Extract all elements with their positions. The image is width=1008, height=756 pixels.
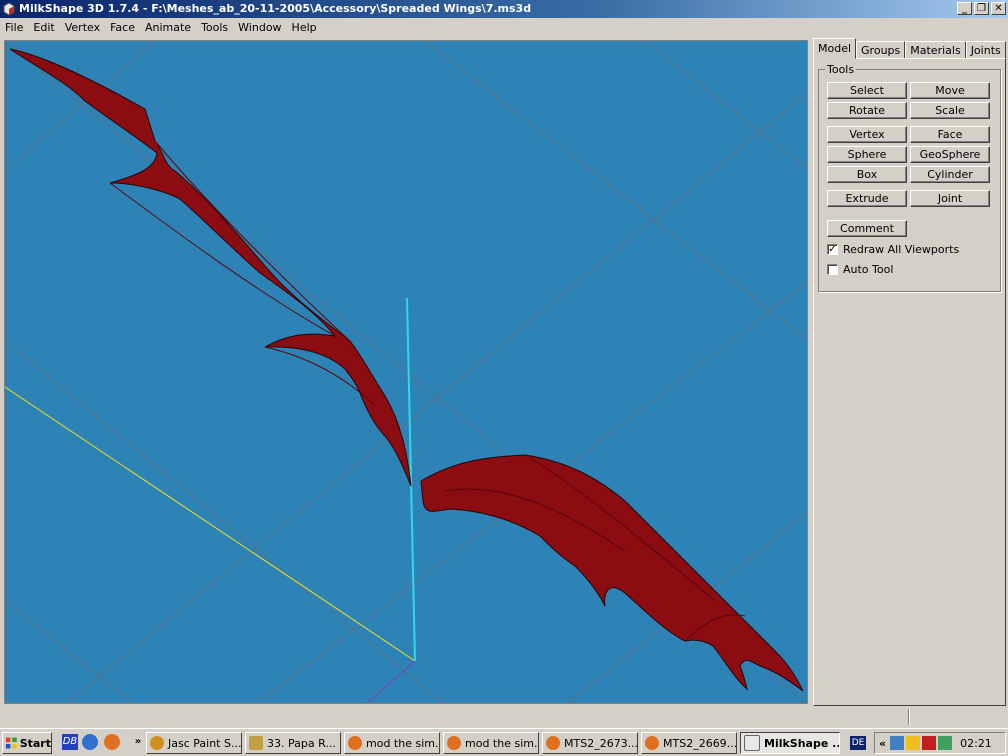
box-tool-button[interactable]: Box bbox=[827, 166, 907, 183]
close-button[interactable]: ✕ bbox=[991, 2, 1006, 15]
scale-tool-button[interactable]: Scale bbox=[910, 102, 990, 119]
tab-joints[interactable]: Joints bbox=[965, 41, 1006, 59]
redraw-all-viewports-checkbox[interactable]: ✓ Redraw All Viewports bbox=[827, 241, 997, 257]
tab-model[interactable]: Model bbox=[813, 38, 857, 59]
title-bar: MilkShape 3D 1.7.4 - F:\Meshes_ab_20-11-… bbox=[0, 0, 1008, 18]
joint-tool-button[interactable]: Joint bbox=[910, 190, 990, 207]
menu-edit[interactable]: Edit bbox=[28, 18, 59, 38]
menu-window[interactable]: Window bbox=[233, 18, 286, 38]
auto-tool-label: Auto Tool bbox=[843, 262, 894, 276]
menu-vertex[interactable]: Vertex bbox=[60, 18, 105, 38]
redraw-all-viewports-label: Redraw All Viewports bbox=[843, 242, 960, 256]
right-wing-mesh bbox=[420, 454, 804, 692]
viewport-canvas bbox=[5, 41, 807, 703]
taskbar-item-modsim-2[interactable]: mod the sim... bbox=[443, 732, 539, 754]
menu-face[interactable]: Face bbox=[105, 18, 140, 38]
paint-shop-icon bbox=[150, 736, 164, 750]
milkshape-app-icon bbox=[3, 2, 15, 16]
milkshape-icon bbox=[744, 735, 760, 751]
taskbar-item-label: mod the sim... bbox=[465, 736, 539, 750]
taskbar-item-mts2-2669[interactable]: MTS2_2669... bbox=[641, 732, 737, 754]
sphere-tool-button[interactable]: Sphere bbox=[827, 146, 907, 163]
taskbar-item-label: Jasc Paint S... bbox=[168, 736, 242, 750]
clock[interactable]: 02:21 bbox=[960, 737, 992, 750]
taskbar-item-label: MTS2_2669... bbox=[663, 736, 737, 750]
3d-viewport[interactable] bbox=[4, 40, 808, 704]
system-tray: « 02:21 bbox=[874, 732, 1006, 754]
window-title: MilkShape 3D 1.7.4 - F:\Meshes_ab_20-11-… bbox=[19, 2, 532, 15]
tab-materials[interactable]: Materials bbox=[905, 41, 966, 59]
geosphere-tool-button[interactable]: GeoSphere bbox=[910, 146, 990, 163]
status-bar-separator bbox=[908, 709, 910, 725]
start-label: Start bbox=[19, 736, 51, 750]
network-icon[interactable] bbox=[890, 736, 905, 750]
move-tool-button[interactable]: Move bbox=[910, 82, 990, 99]
menu-tools[interactable]: Tools bbox=[196, 18, 233, 38]
taskbar-item-milkshape[interactable]: MilkShape ... bbox=[740, 732, 840, 754]
checkmark-icon: ✓ bbox=[827, 243, 838, 255]
menu-bar: File Edit Vertex Face Animate Tools Wind… bbox=[0, 18, 1008, 38]
db-quicklaunch-icon[interactable]: DB bbox=[62, 734, 78, 750]
empty-checkbox-icon bbox=[827, 263, 838, 275]
tray-expand-icon[interactable]: « bbox=[879, 737, 886, 750]
windows-taskbar: Start DB » Jasc Paint S... 33. Papa R...… bbox=[0, 728, 1008, 756]
cylinder-tool-button[interactable]: Cylinder bbox=[910, 166, 990, 183]
auto-tool-checkbox[interactable]: Auto Tool bbox=[827, 261, 997, 277]
warning-icon[interactable] bbox=[906, 736, 921, 750]
taskbar-item-jasc[interactable]: Jasc Paint S... bbox=[146, 732, 242, 754]
taskbar-item-modsim-1[interactable]: mod the sim... bbox=[344, 732, 440, 754]
firefox-icon bbox=[645, 736, 659, 750]
taskbar-item-label: mod the sim... bbox=[366, 736, 440, 750]
menu-animate[interactable]: Animate bbox=[140, 18, 196, 38]
restore-button[interactable]: ❐ bbox=[974, 2, 989, 15]
z-axis-line bbox=[366, 660, 416, 703]
rotate-tool-button[interactable]: Rotate bbox=[827, 102, 907, 119]
tools-group-label: Tools bbox=[825, 63, 857, 76]
face-tool-button[interactable]: Face bbox=[910, 126, 990, 143]
panel-tabs: Model Groups Materials Joints bbox=[813, 38, 1006, 59]
tools-groupbox: Tools Select Move Rotate Scale Vertex Fa… bbox=[818, 63, 1001, 292]
x-axis-line bbox=[5, 386, 416, 662]
taskbar-item-label: MilkShape ... bbox=[764, 736, 840, 750]
firefox-icon[interactable] bbox=[104, 734, 120, 750]
menu-file[interactable]: File bbox=[0, 18, 28, 38]
comment-tool-button[interactable]: Comment bbox=[827, 220, 907, 237]
taskbar-item-papa[interactable]: 33. Papa R... bbox=[245, 732, 341, 754]
antivirus-icon[interactable] bbox=[922, 736, 937, 750]
menu-help[interactable]: Help bbox=[287, 18, 322, 38]
taskbar-item-label: 33. Papa R... bbox=[267, 736, 336, 750]
firefox-icon bbox=[348, 736, 362, 750]
extrude-tool-button[interactable]: Extrude bbox=[827, 190, 907, 207]
tab-groups[interactable]: Groups bbox=[856, 41, 906, 59]
internet-explorer-icon[interactable] bbox=[82, 734, 98, 750]
right-tool-panel: Model Groups Materials Joints Tools Sele… bbox=[811, 38, 1008, 706]
quicklaunch-more-icon[interactable]: » bbox=[130, 734, 146, 750]
start-button[interactable]: Start bbox=[2, 732, 52, 754]
firefox-icon bbox=[546, 736, 560, 750]
taskbar-item-label: MTS2_2673... bbox=[564, 736, 638, 750]
language-indicator[interactable]: DE bbox=[850, 736, 866, 750]
taskbar-item-mts2-2673[interactable]: MTS2_2673... bbox=[542, 732, 638, 754]
select-tool-button[interactable]: Select bbox=[827, 82, 907, 99]
volume-icon[interactable] bbox=[938, 736, 953, 750]
media-player-icon bbox=[249, 736, 263, 750]
vertex-tool-button[interactable]: Vertex bbox=[827, 126, 907, 143]
status-bar bbox=[0, 706, 1008, 726]
model-tab-body: Tools Select Move Rotate Scale Vertex Fa… bbox=[813, 58, 1006, 706]
minimize-button[interactable]: _ bbox=[957, 2, 972, 15]
firefox-icon bbox=[447, 736, 461, 750]
windows-logo-icon bbox=[5, 737, 17, 749]
